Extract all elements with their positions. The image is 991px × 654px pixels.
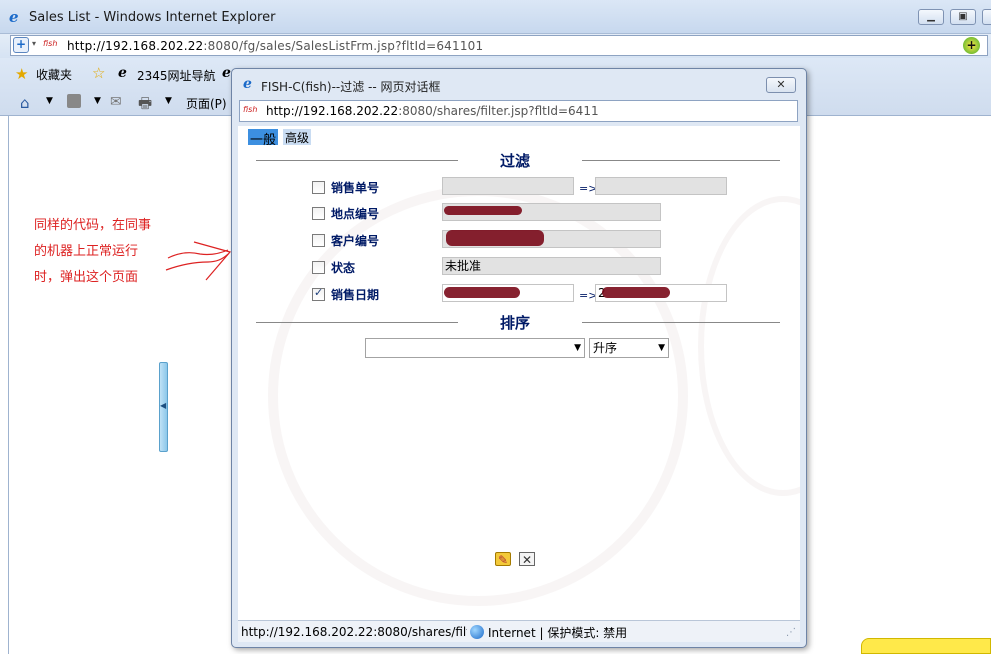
home-dropdown-icon[interactable]: ▼ (46, 96, 53, 106)
globe-icon (470, 625, 484, 639)
chevron-down-icon: ▼ (574, 343, 581, 353)
collapse-arrow-icon: ◀ (160, 401, 167, 410)
resize-grip-icon[interactable]: ⋰ (786, 627, 796, 638)
cancel-icon[interactable]: ✕ (519, 552, 535, 567)
checkbox-status[interactable] (312, 261, 325, 274)
filter-divider-right (582, 160, 780, 161)
address-bar[interactable]: + ▾ fish http://192.168.202.22:8080/fg/s… (10, 35, 988, 56)
add-tab-icon[interactable]: + (13, 37, 29, 53)
maximize-button[interactable]: ▣ (950, 9, 976, 25)
dialog-address-url: http://192.168.202.22:8080/shares/filter… (266, 104, 599, 118)
side-panel-handle[interactable]: ◀ (159, 362, 168, 452)
sort-order-select[interactable]: 升序 ▼ (589, 338, 669, 358)
input-sales-no-to[interactable] (595, 177, 727, 195)
browser-title-bar: e Sales List - Windows Internet Explorer… (0, 0, 991, 34)
annotation-line-1: 同样的代码，在同事 (34, 218, 152, 233)
checkbox-location-no[interactable] (312, 207, 325, 220)
add-favorite-icon[interactable]: ☆ (92, 64, 105, 82)
notification-tab[interactable] (861, 638, 991, 654)
address-bar-row: + ▾ fish http://192.168.202.22:8080/fg/s… (0, 34, 991, 58)
minimize-button[interactable]: ▁ (918, 9, 944, 25)
dialog-ie-icon: e (243, 76, 252, 92)
checkbox-sales-no[interactable] (312, 181, 325, 194)
mail-icon[interactable]: ✉ (110, 94, 122, 110)
print-icon[interactable]: 🖶 (138, 93, 152, 118)
go-plus-icon[interactable]: + (963, 37, 980, 54)
watermark-seal-2 (698, 196, 800, 496)
status-zone-text: Internet | 保护模式: 禁用 (488, 626, 628, 640)
status-zone: Internet | 保护模式: 禁用 (470, 624, 627, 641)
annotation-arrow (165, 241, 232, 281)
sort-section-title: 排序 (500, 314, 531, 332)
site-favicon-icon: fish (43, 39, 58, 48)
sort-divider-right (582, 322, 780, 323)
label-customer-no: 客户编号 (331, 234, 380, 248)
status-url: http://192.168.202.22:8080/shares/filter… (241, 625, 467, 639)
sort-divider-left (256, 322, 458, 323)
print-dropdown-icon[interactable]: ▼ (165, 96, 172, 106)
home-icon[interactable]: ⌂ (20, 94, 30, 112)
redaction-scribble (446, 230, 544, 246)
annotation-line-3: 时，弹出这个页面 (34, 270, 139, 285)
sort-order-value: 升序 (593, 341, 618, 355)
label-location-no: 地点编号 (331, 207, 380, 221)
tab-advanced[interactable]: 高级 (283, 129, 312, 145)
ie-page-icon-2: e (222, 65, 231, 81)
watermark-seal (268, 186, 688, 606)
input-status[interactable]: 未批准 (442, 257, 661, 275)
dialog-address-bar: fish http://192.168.202.22:8080/shares/f… (239, 100, 798, 122)
ie-page-icon: e (118, 65, 127, 81)
checkbox-customer-no[interactable] (312, 234, 325, 247)
redaction-scribble (444, 287, 520, 298)
sort-field-select[interactable]: ▼ (365, 338, 585, 358)
label-sales-date: 销售日期 (331, 288, 380, 302)
dropdown-arrow-icon[interactable]: ▾ (32, 39, 36, 48)
annotation-note: 同样的代码，在同事 的机器上正常运行 时，弹出这个页面 (34, 213, 174, 291)
feeds-icon[interactable] (67, 94, 81, 108)
chevron-down-icon: ▼ (658, 343, 665, 353)
ie-logo-icon: e (9, 8, 19, 26)
label-sales-no: 销售单号 (331, 181, 380, 195)
filter-dialog: e FISH-C(fish)--过滤 -- 网页对话框 ✕ fish http:… (231, 68, 807, 648)
window-title: Sales List - Windows Internet Explorer (29, 10, 276, 25)
feeds-dropdown-icon[interactable]: ▼ (94, 96, 101, 106)
dialog-title: FISH-C(fish)--过滤 -- 网页对话框 (261, 80, 441, 94)
favorites-button[interactable]: 收藏夹 (36, 66, 72, 83)
dialog-close-button[interactable]: ✕ (766, 77, 796, 93)
input-sales-no-from[interactable] (442, 177, 574, 195)
filter-divider-left (256, 160, 458, 161)
fav-link-2345[interactable]: 2345网址导航 (137, 67, 216, 84)
dialog-status-bar: http://192.168.202.22:8080/shares/filter… (238, 620, 800, 642)
confirm-icon[interactable]: ✎ (495, 552, 511, 567)
redaction-scribble (444, 206, 522, 215)
tab-general[interactable]: 一般 (248, 129, 279, 148)
label-status: 状态 (331, 261, 356, 275)
address-url[interactable]: http://192.168.202.22:8080/fg/sales/Sale… (67, 39, 483, 53)
checkbox-sales-date[interactable] (312, 286, 325, 301)
annotation-line-2: 的机器上正常运行 (34, 244, 139, 259)
favorites-star-icon[interactable]: ★ (15, 65, 28, 83)
filter-section-title: 过滤 (500, 152, 531, 170)
close-button[interactable] (982, 9, 991, 25)
dialog-favicon-icon: fish (243, 105, 258, 114)
redaction-scribble (602, 287, 670, 298)
page-menu[interactable]: 页面(P) (186, 95, 227, 112)
dialog-body: 一般 高级 过滤 销售单号 => 地点编号 客户编号 状态 未批准 销售日期 =… (238, 126, 800, 620)
